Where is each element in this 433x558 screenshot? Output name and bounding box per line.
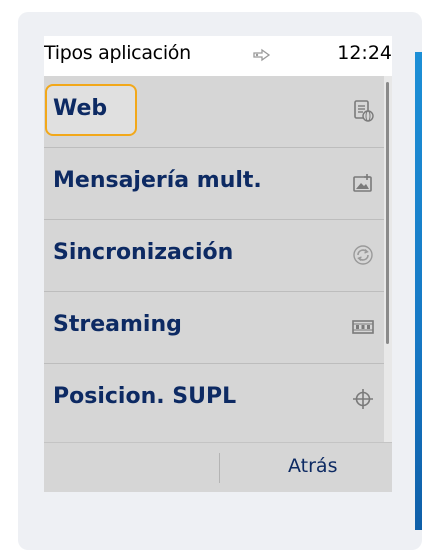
list-item-posicion-supl[interactable]: Posicion. SUPL [44, 364, 384, 436]
web-page-icon [352, 100, 374, 122]
list-item-label: Streaming [53, 312, 182, 337]
list-item-mensajeria[interactable]: Mensajería mult. [44, 148, 384, 220]
status-bar: Tipos aplicación 12:24 [44, 36, 392, 76]
sync-icon [352, 244, 374, 266]
frame-accent-edge [415, 52, 422, 530]
application-type-list: Web Mensajería mult. Sincronización Stre… [44, 76, 384, 442]
list-item-label: Posicion. SUPL [53, 384, 237, 409]
list-item-streaming[interactable]: Streaming [44, 292, 384, 364]
list-item-web[interactable]: Web [44, 76, 384, 148]
phone-screen: Tipos aplicación 12:24 Web Mensajería mu… [44, 36, 392, 492]
list-item-label: Web [53, 96, 108, 121]
list-item-label: Mensajería mult. [53, 168, 262, 193]
link-icon [252, 47, 272, 63]
crosshair-icon [352, 388, 374, 410]
list-item-sincronizacion[interactable]: Sincronización [44, 220, 384, 292]
scrollbar-thumb[interactable] [386, 82, 389, 344]
page-title: Tipos aplicación [44, 42, 191, 64]
list-scrollbar[interactable] [384, 76, 392, 442]
back-softkey[interactable]: Atrás [288, 455, 337, 477]
list-item-label: Sincronización [53, 240, 234, 265]
clock: 12:24 [337, 42, 392, 64]
film-strip-icon [352, 316, 374, 338]
multimedia-message-icon [352, 172, 374, 194]
softkey-divider [219, 453, 220, 483]
softkey-bar: Atrás [44, 442, 392, 492]
